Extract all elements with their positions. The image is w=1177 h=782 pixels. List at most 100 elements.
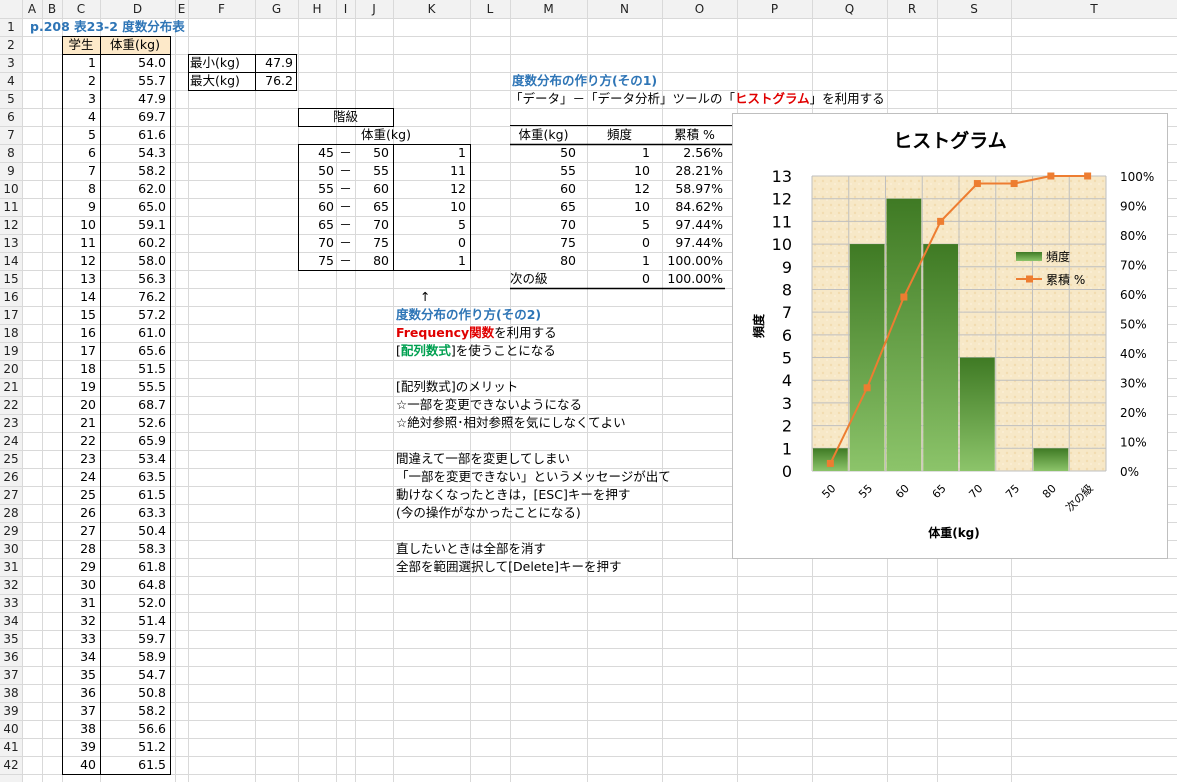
row-header[interactable]: 28 [0,504,22,522]
student-id[interactable]: 15 [62,306,96,323]
hist-freq[interactable]: 1 [587,144,650,161]
student-weight[interactable]: 59.7 [100,630,166,647]
student-weight[interactable]: 58.9 [100,648,166,665]
hist-freq[interactable]: 5 [587,216,650,233]
student-weight[interactable]: 62.0 [100,180,166,197]
row-header[interactable]: 14 [0,252,22,270]
row-header[interactable]: 38 [0,684,22,702]
minmax-value[interactable]: 76.2 [255,72,293,89]
student-id[interactable]: 1 [62,54,96,71]
student-weight[interactable]: 65.0 [100,198,166,215]
student-weight[interactable]: 65.6 [100,342,166,359]
hist-cum[interactable]: 58.97% [662,180,723,197]
arrow-up[interactable]: ↑ [420,288,430,305]
row-header[interactable]: 2 [0,36,22,54]
row-header[interactable]: 18 [0,324,22,342]
student-weight[interactable]: 69.7 [100,108,166,125]
hist-bin[interactable]: 55 [510,162,576,179]
row-header[interactable]: 26 [0,468,22,486]
hist-cum[interactable]: 100.00% [662,270,723,287]
student-id[interactable]: 32 [62,612,96,629]
column-header-H[interactable]: H [298,0,336,18]
column-header-L[interactable]: L [470,0,510,18]
student-weight[interactable]: 56.6 [100,720,166,737]
class-count[interactable]: 11 [393,162,466,179]
minmax-label[interactable]: 最大(kg) [190,72,240,89]
student-weight[interactable]: 61.0 [100,324,166,341]
student-weight[interactable]: 50.4 [100,522,166,539]
row-header[interactable]: 31 [0,558,22,576]
student-weight[interactable]: 58.2 [100,702,166,719]
class-dash[interactable]: － [336,180,355,197]
class-upper[interactable]: 60 [355,180,389,197]
student-weight[interactable]: 61.5 [100,756,166,773]
student-weight[interactable]: 59.1 [100,216,166,233]
row-header[interactable]: 5 [0,90,22,108]
class-upper[interactable]: 65 [355,198,389,215]
row-header[interactable]: 29 [0,522,22,540]
student-id[interactable]: 18 [62,360,96,377]
student-weight[interactable]: 47.9 [100,90,166,107]
column-header-P[interactable]: P [737,0,812,18]
student-id[interactable]: 20 [62,396,96,413]
student-id[interactable]: 34 [62,648,96,665]
class-lower[interactable]: 45 [298,144,334,161]
student-id[interactable]: 14 [62,288,96,305]
row-header[interactable]: 7 [0,126,22,144]
class-count[interactable]: 1 [393,144,466,161]
hist-freq[interactable]: 10 [587,162,650,179]
student-id[interactable]: 2 [62,72,96,89]
row-header[interactable]: 42 [0,756,22,774]
row-header[interactable]: 20 [0,360,22,378]
student-weight[interactable]: 58.3 [100,540,166,557]
minmax-label[interactable]: 最小(kg) [190,54,240,71]
hist-cum[interactable]: 2.56% [662,144,723,161]
student-id[interactable]: 16 [62,324,96,341]
student-weight[interactable]: 63.5 [100,468,166,485]
student-id[interactable]: 39 [62,738,96,755]
student-id[interactable]: 40 [62,756,96,773]
class-upper[interactable]: 55 [355,162,389,179]
row-header[interactable]: 1 [0,18,22,36]
class-count[interactable]: 5 [393,216,466,233]
student-id[interactable]: 29 [62,558,96,575]
student-id[interactable]: 23 [62,450,96,467]
row-header[interactable]: 34 [0,612,22,630]
student-weight[interactable]: 50.8 [100,684,166,701]
student-weight[interactable]: 65.9 [100,432,166,449]
method2-note[interactable]: (今の操作がなかったことになる) [396,504,581,521]
student-id[interactable]: 7 [62,162,96,179]
column-header-I[interactable]: I [336,0,355,18]
row-header[interactable]: 22 [0,396,22,414]
row-header[interactable]: 19 [0,342,22,360]
class-dash[interactable]: － [336,162,355,179]
column-header-B[interactable]: B [42,0,62,18]
row-header[interactable]: 6 [0,108,22,126]
class-lower[interactable]: 70 [298,234,334,251]
column-header-O[interactable]: O [662,0,737,18]
method2-title[interactable]: 度数分布の作り方(その2) [396,306,541,323]
column-header-R[interactable]: R [887,0,937,18]
spreadsheet[interactable]: A B C D E F G H I J K L M N O P Q R S T 1 2 3 4 5 6 7 8 9 10 11 12 13 14 1… [0,0,1177,782]
class-title[interactable]: 階級 [298,108,393,125]
method2-note[interactable]: 動けなくなったときは，[ESC]キーを押す [396,486,630,503]
student-id[interactable]: 8 [62,180,96,197]
class-count[interactable]: 10 [393,198,466,215]
student-id[interactable]: 19 [62,378,96,395]
student-id[interactable]: 13 [62,270,96,287]
student-id[interactable]: 17 [62,342,96,359]
class-dash[interactable]: － [336,252,355,269]
hist-freq[interactable]: 10 [587,198,650,215]
class-dash[interactable]: － [336,216,355,233]
student-weight[interactable]: 55.5 [100,378,166,395]
method2-note[interactable]: ☆一部を変更できないようになる [396,396,582,413]
student-weight[interactable]: 55.7 [100,72,166,89]
hist-freq[interactable]: 1 [587,252,650,269]
column-header-S[interactable]: S [937,0,1011,18]
student-weight[interactable]: 68.7 [100,396,166,413]
method2-note[interactable]: 直したいときは全部を消す [396,540,546,557]
column-header-K[interactable]: K [393,0,470,18]
student-id[interactable]: 36 [62,684,96,701]
method2-note[interactable]: 間違えて一部を変更してしまい [396,450,570,467]
weight-header[interactable]: 体重(kg) [100,36,170,53]
